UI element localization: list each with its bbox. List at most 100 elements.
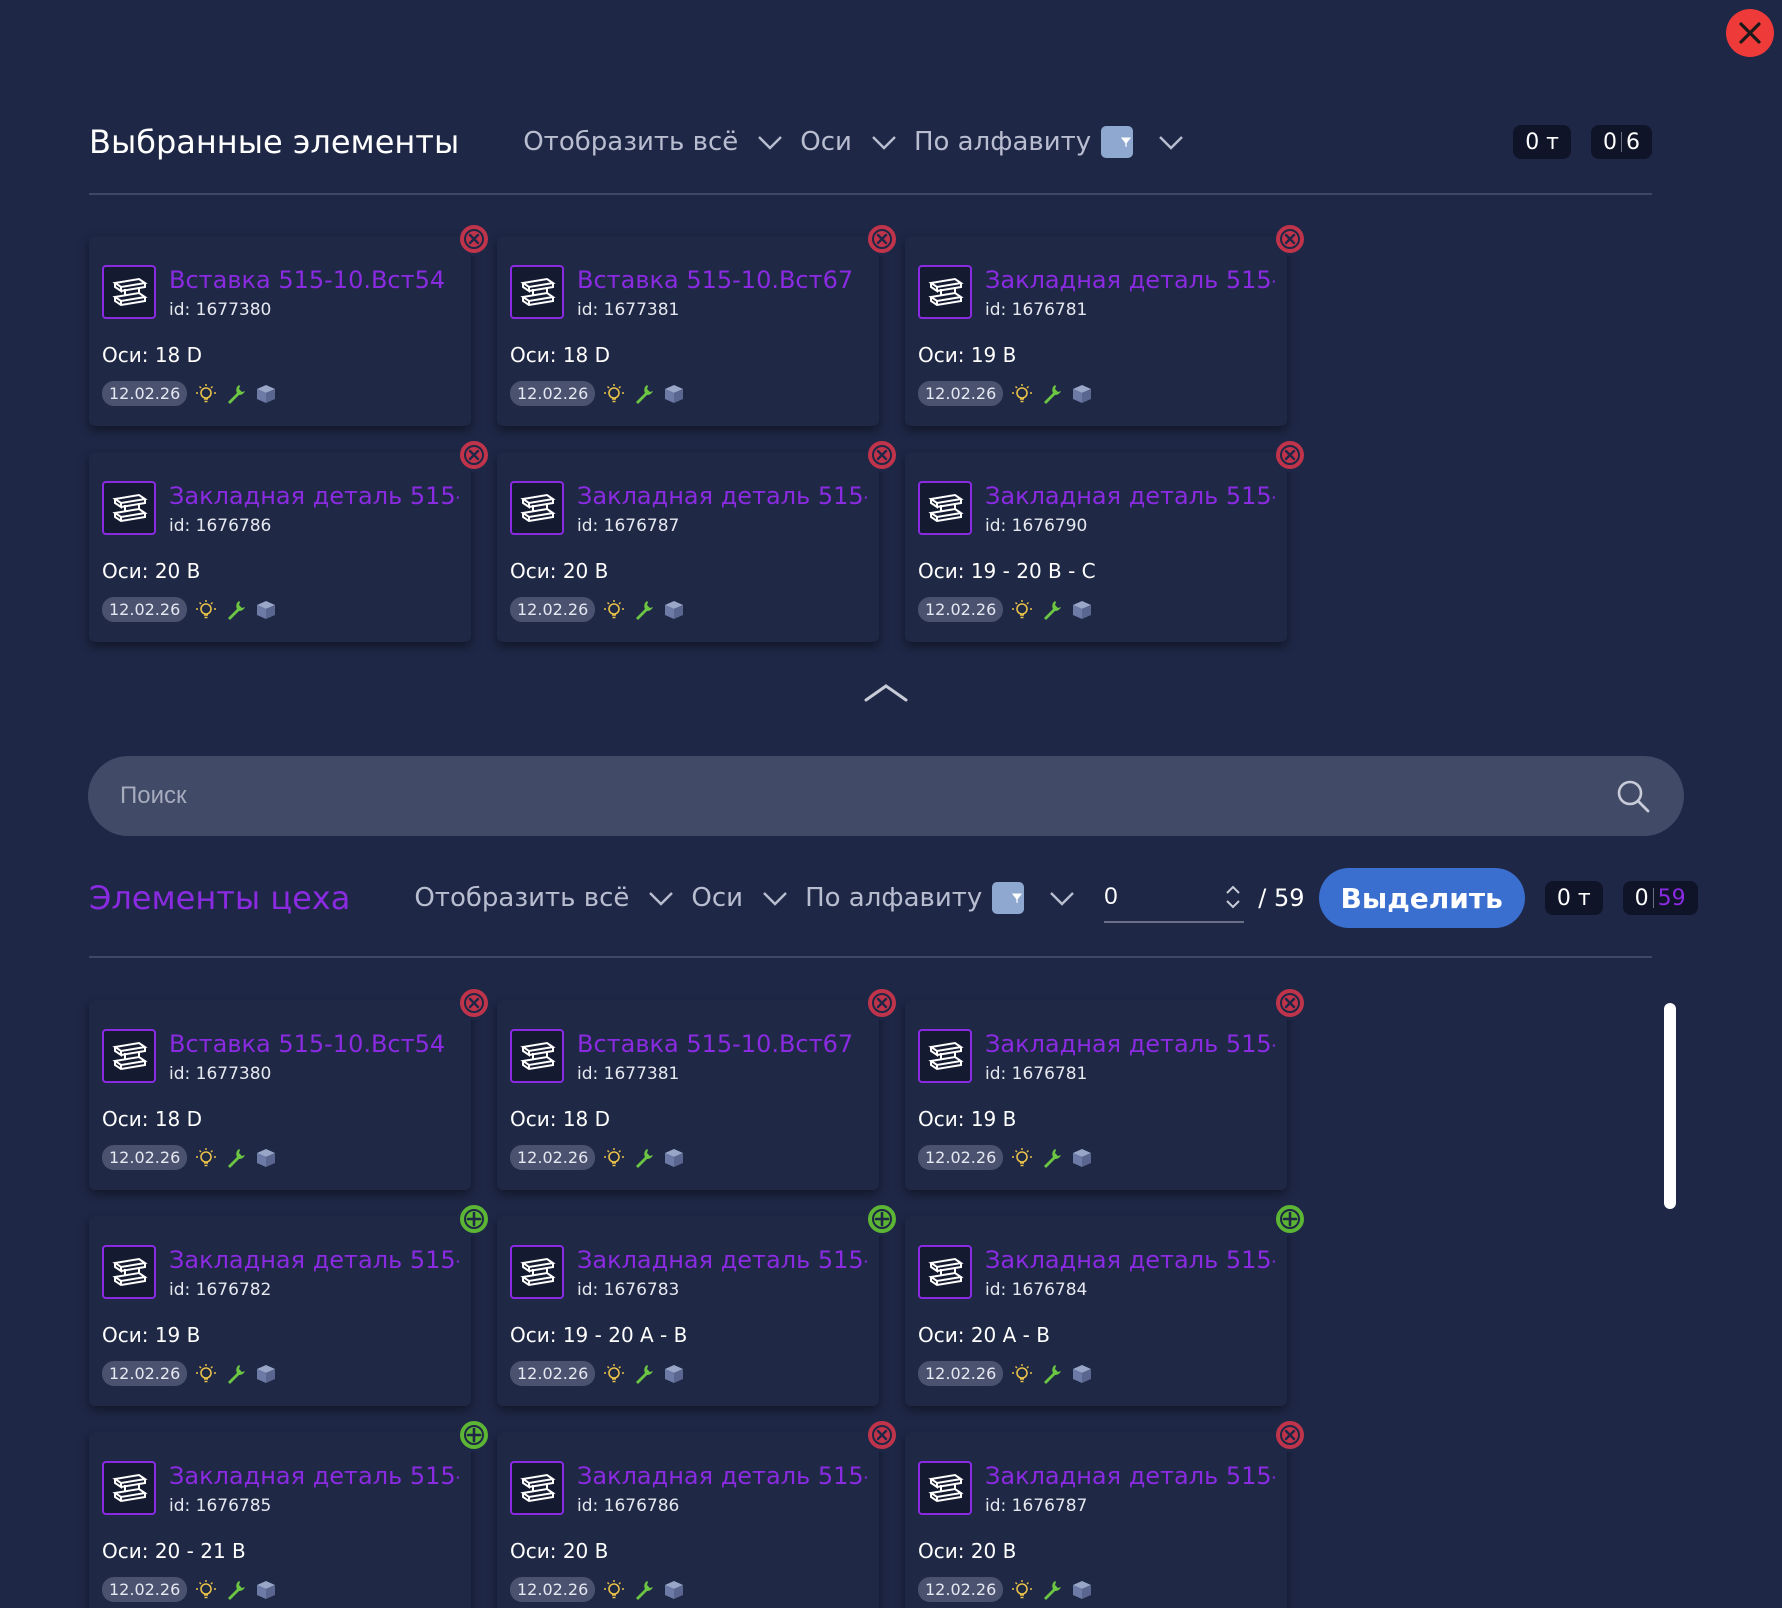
element-axes: Оси: 20 В bbox=[510, 1539, 609, 1563]
element-type-icon-box bbox=[918, 1245, 972, 1299]
beam-icon bbox=[928, 1041, 964, 1071]
element-footer: 12.02.26 bbox=[102, 1361, 277, 1386]
workshop-axes-dropdown[interactable]: Оси bbox=[691, 883, 789, 913]
add-element-button[interactable] bbox=[457, 1202, 491, 1236]
remove-element-button[interactable] bbox=[1273, 1418, 1307, 1452]
element-id: id: 1677381 bbox=[577, 1064, 680, 1084]
add-element-button[interactable] bbox=[457, 1418, 491, 1452]
wrench-icon bbox=[636, 1364, 654, 1384]
selected-sort-label: По алфавиту bbox=[913, 127, 1092, 157]
selected-display-dropdown[interactable]: Отобразить всё bbox=[523, 127, 784, 157]
beam-icon bbox=[928, 493, 964, 523]
element-axes: Оси: 20 В bbox=[918, 1539, 1017, 1563]
beam-icon bbox=[928, 277, 964, 307]
element-footer: 12.02.26 bbox=[918, 381, 1093, 406]
wrench-icon bbox=[636, 600, 654, 620]
element-title: Закладная деталь 515-1( bbox=[577, 1462, 867, 1490]
workshop-display-dropdown[interactable]: Отобразить всё bbox=[414, 883, 675, 913]
add-element-button[interactable] bbox=[865, 1202, 899, 1236]
chevron-up-icon[interactable] bbox=[862, 678, 910, 706]
element-card[interactable]: Закладная деталь 515-1( id: 1676783 Оси:… bbox=[497, 1202, 899, 1406]
element-card[interactable]: Закладная деталь 515-1( id: 1676786 Оси:… bbox=[497, 1418, 899, 1608]
element-axes: Оси: 20 В bbox=[510, 559, 609, 583]
selected-axes-dropdown[interactable]: Оси bbox=[800, 127, 898, 157]
element-axes: Оси: 20 А - В bbox=[918, 1323, 1050, 1347]
lightbulb-icon bbox=[1012, 1363, 1033, 1382]
quantity-input[interactable] bbox=[1104, 883, 1245, 911]
scrollbar-thumb[interactable] bbox=[1664, 1003, 1676, 1209]
remove-element-button[interactable] bbox=[1273, 438, 1307, 472]
wrench-icon bbox=[228, 384, 246, 404]
element-card[interactable]: Закладная деталь 515-1( id: 1676781 Оси:… bbox=[905, 222, 1307, 426]
element-type-icon-box bbox=[510, 1029, 564, 1083]
element-id: id: 1676786 bbox=[169, 516, 272, 536]
element-title: Закладная деталь 515-1( bbox=[985, 1246, 1275, 1274]
element-date: 12.02.26 bbox=[510, 1577, 596, 1602]
element-footer: 12.02.26 bbox=[102, 597, 277, 622]
element-card[interactable]: Закладная деталь 515-1( id: 1676790 Оси:… bbox=[905, 438, 1307, 642]
remove-icon bbox=[872, 993, 892, 1013]
element-footer: 12.02.26 bbox=[102, 381, 277, 406]
element-title: Закладная деталь 515-1( bbox=[985, 266, 1275, 294]
selected-sort-dropdown[interactable]: По алфавиту bbox=[914, 126, 1185, 158]
workshop-weight: 0 т bbox=[1556, 885, 1591, 911]
wrench-icon bbox=[1044, 600, 1062, 620]
element-id: id: 1677380 bbox=[169, 1064, 272, 1084]
element-date: 12.02.26 bbox=[510, 381, 596, 406]
element-id: id: 1677381 bbox=[577, 300, 680, 320]
element-title: Закладная деталь 515-1( bbox=[169, 1462, 459, 1490]
remove-icon bbox=[1280, 229, 1300, 249]
element-axes: Оси: 19 В bbox=[918, 1107, 1017, 1131]
remove-element-button[interactable] bbox=[457, 986, 491, 1020]
element-title: Вставка 515-10.Вст54 bbox=[169, 266, 446, 294]
element-footer: 12.02.26 bbox=[510, 381, 685, 406]
element-card[interactable]: Закладная деталь 515-1( id: 1676787 Оси:… bbox=[905, 1418, 1307, 1608]
remove-element-button[interactable] bbox=[865, 1418, 899, 1452]
workshop-divider bbox=[89, 956, 1652, 958]
search-icon[interactable] bbox=[1614, 777, 1652, 815]
remove-element-button[interactable] bbox=[865, 222, 899, 256]
beam-icon bbox=[520, 1041, 556, 1071]
add-icon bbox=[464, 1425, 484, 1445]
element-footer: 12.02.26 bbox=[510, 597, 685, 622]
element-date: 12.02.26 bbox=[918, 1361, 1004, 1386]
element-card[interactable]: Закладная деталь 515-1( id: 1676781 Оси:… bbox=[905, 986, 1307, 1190]
element-id: id: 1676786 bbox=[577, 1496, 680, 1516]
element-id: id: 1676784 bbox=[985, 1280, 1088, 1300]
element-card[interactable]: Вставка 515-10.Вст54 id: 1677380 Оси: 18… bbox=[89, 222, 491, 426]
stepper-arrows-icon[interactable] bbox=[1224, 883, 1242, 911]
element-card[interactable]: Вставка 515-10.Вст54 id: 1677380 Оси: 18… bbox=[89, 986, 491, 1190]
remove-element-button[interactable] bbox=[1273, 222, 1307, 256]
remove-element-button[interactable] bbox=[457, 438, 491, 472]
element-type-icon-box bbox=[510, 481, 564, 535]
chevron-down-icon bbox=[872, 136, 896, 150]
selected-display-label: Отобразить всё bbox=[523, 127, 739, 157]
add-element-button[interactable] bbox=[1273, 1202, 1307, 1236]
element-card[interactable]: Закладная деталь 515-1( id: 1676784 Оси:… bbox=[905, 1202, 1307, 1406]
remove-element-button[interactable] bbox=[865, 438, 899, 472]
element-axes: Оси: 19 В bbox=[918, 343, 1017, 367]
element-card[interactable]: Закладная деталь 515-1( id: 1676787 Оси:… bbox=[497, 438, 899, 642]
wrench-icon bbox=[636, 384, 654, 404]
element-type-icon-box bbox=[102, 265, 156, 319]
element-card[interactable]: Закладная деталь 515-1( id: 1676785 Оси:… bbox=[89, 1418, 491, 1608]
remove-element-button[interactable] bbox=[457, 222, 491, 256]
close-button[interactable] bbox=[1726, 9, 1774, 57]
workshop-sort-dropdown[interactable]: По алфавиту bbox=[805, 882, 1076, 914]
select-button[interactable]: Выделить bbox=[1318, 868, 1525, 928]
remove-element-button[interactable] bbox=[1273, 986, 1307, 1020]
element-card[interactable]: Закладная деталь 515-1( id: 1676786 Оси:… bbox=[89, 438, 491, 642]
beam-icon bbox=[928, 1473, 964, 1503]
element-card[interactable]: Вставка 515-10.Вст67 id: 1677381 Оси: 18… bbox=[497, 222, 899, 426]
selected-count-total: 6 bbox=[1626, 129, 1640, 155]
element-card[interactable]: Вставка 515-10.Вст67 id: 1677381 Оси: 18… bbox=[497, 986, 899, 1190]
search-input[interactable] bbox=[120, 782, 1614, 810]
element-axes: Оси: 18 D bbox=[510, 343, 611, 367]
lightbulb-icon bbox=[604, 599, 625, 618]
workshop-title[interactable]: Элементы цеха bbox=[89, 879, 350, 917]
element-card[interactable]: Закладная деталь 515-1( id: 1676782 Оси:… bbox=[89, 1202, 491, 1406]
remove-element-button[interactable] bbox=[865, 986, 899, 1020]
remove-icon bbox=[464, 993, 484, 1013]
lightbulb-icon bbox=[196, 599, 217, 618]
quantity-stepper[interactable] bbox=[1104, 873, 1245, 923]
